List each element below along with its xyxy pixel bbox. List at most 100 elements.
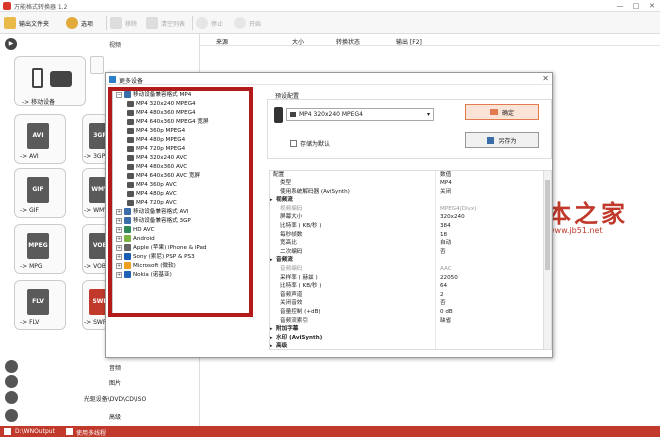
preset-device-icon [290,112,296,117]
property-value: 384 [440,223,451,229]
options-label: 选项 [81,20,94,28]
property-row[interactable]: 使用系统解码器 (AviSynth) 关闭 [270,188,542,196]
tree-leaf-mp4[interactable]: MP4 320x240 MPEG4 [127,100,196,109]
dialog-title: 更多设备 [119,78,144,85]
start-button[interactable]: 开始 [234,16,261,30]
dialog-close-button[interactable]: ✕ [542,74,549,83]
tree-node-label: Sony (索尼) PSP & PS3 [133,254,195,260]
scroll-thumb[interactable] [545,180,550,270]
section-toggle-icon[interactable]: ▸ [270,196,273,204]
tree-node-label: 移动设备兼容格式 AVI [133,209,189,215]
tree-node-label: Apple (苹果) iPhone & iPad [133,245,207,251]
property-row[interactable]: 比特率 ( KB/秒 ) 64 [270,282,542,290]
tree-node-group[interactable]: + 移动设备兼容格式 AVI [116,208,188,217]
preset-select[interactable]: MP4 320x240 MPEG4 ▾ [286,108,434,121]
category-audio[interactable]: 音频 [0,359,200,374]
tree-leaf-mp4[interactable]: MP4 720p AVC [127,199,177,208]
property-row[interactable]: 宽高比 自动 [270,239,542,247]
flv-file-icon: FLV [27,289,49,315]
tree-node-group[interactable]: + 移动设备兼容格式 3GP [116,217,191,226]
column-size[interactable]: 大小 [292,37,304,46]
property-row[interactable]: 视频编码 MPEG4(Divx) [270,205,542,213]
property-key: 屏幕大小 [280,214,303,221]
tree-leaf-mp4[interactable]: MP4 480p AVC [127,190,177,199]
category-video[interactable]: ▶ 视频 [0,37,200,51]
mp4-file-icon [127,163,134,170]
section-toggle-icon[interactable]: ▸ [270,325,273,333]
property-section[interactable]: ▸ 高级 [270,342,542,349]
property-row[interactable]: 采样率 ( 赫兹 ) 22050 [270,274,542,282]
property-value: 2 [440,291,444,298]
tree-node-mp4[interactable]: − 移动设备兼容格式 MP4 [116,91,191,100]
tree-leaf-label: MP4 320x240 AVC [136,155,188,161]
expand-icon: + [116,244,122,251]
property-value: AAC [440,266,452,272]
output-path[interactable]: D:\WNOutput [15,428,55,435]
tree-node-group[interactable]: + Apple (苹果) iPhone & iPad [116,244,207,253]
output-folder-label: 输出文件夹 [19,20,50,28]
save-default-checkbox[interactable]: 存储为默认 [290,139,330,148]
property-row[interactable]: 每秒帧数 18 [270,231,542,239]
tree-leaf-mp4[interactable]: MP4 320x240 AVC [127,154,187,163]
properties-scrollbar[interactable] [543,171,551,349]
tree-leaf-mp4[interactable]: MP4 640x360 MPEG4 宽屏 [127,118,209,127]
property-row[interactable]: 屏幕大小 320x240 [270,213,542,221]
property-row[interactable]: 音频编码 AAC [270,265,542,273]
tree-leaf-mp4[interactable]: MP4 480p MPEG4 [127,136,185,145]
tree-node-group[interactable]: + Android [116,235,155,244]
category-advanced[interactable]: 高级 [0,408,200,423]
section-toggle-icon[interactable]: ▸ [270,256,273,264]
minimize-button[interactable]: — [612,0,628,12]
property-row[interactable]: 二次编码 否 [270,248,542,256]
mp4-file-icon [127,109,134,116]
save-icon [487,136,495,144]
tree-leaf-label: MP4 360p AVC [136,182,177,188]
file-list-header: 来源 大小 转换状态 输出 [F2] [200,34,660,46]
mp4-file-icon [127,145,134,152]
device-tree: − 移动设备兼容格式 MP4 MP4 320x240 MPEG4 MP4 480x3… [112,89,252,314]
remove-button[interactable]: 移除 [110,16,137,30]
save-as-button[interactable]: 另存为 [465,132,539,148]
stop-button[interactable]: 停止 [196,16,223,30]
maximize-button[interactable]: □ [628,0,644,12]
property-section[interactable]: ▸ 视频流 [270,196,542,204]
tree-leaf-mp4[interactable]: MP4 640x360 AVC 宽屏 [127,172,200,181]
options-button[interactable]: 选项 [66,16,93,30]
stop-label: 停止 [211,20,224,28]
checkbox-box[interactable] [290,140,297,147]
clear-list-button[interactable]: 清空列表 [146,16,185,30]
tree-node-group[interactable]: + Nokia (诺基亚) [116,271,172,280]
property-row[interactable]: 比特率 ( KB/秒 ) 384 [270,222,542,230]
property-row[interactable]: 音频声道 2 [270,291,542,299]
property-row[interactable]: 关闭音效 否 [270,299,542,307]
property-value: 关闭 [440,188,452,195]
property-section[interactable]: ▸ 音频流 [270,256,542,264]
property-section[interactable]: ▸ 水印 (AviSynth) [270,334,542,342]
output-folder-button[interactable]: 输出文件夹 [4,16,49,30]
multithread-checkbox[interactable] [66,428,73,435]
section-toggle-icon[interactable]: ▸ [270,334,273,342]
tree-node-group[interactable]: + Sony (索尼) PSP & PS3 [116,253,195,262]
tree-leaf-mp4[interactable]: MP4 360p MPEG4 [127,127,185,136]
tree-node-group[interactable]: + Microsoft (微软) [116,262,176,271]
category-rom[interactable]: 光驱设备\DVD\CD\ISO [0,390,200,405]
tree-leaf-mp4[interactable]: MP4 720p MPEG4 [127,145,185,154]
ok-button[interactable]: 确定 [465,104,539,120]
column-source[interactable]: 来源 [216,37,228,46]
property-row[interactable]: 音频流索引 缺省 [270,317,542,325]
close-button[interactable]: ✕ [644,0,660,12]
tree-node-group[interactable]: + HD AVC [116,226,155,235]
column-status[interactable]: 转换状态 [336,37,360,46]
property-row[interactable]: 音量控制 (+dB) 0 dB [270,308,542,316]
section-toggle-icon[interactable]: ▸ [270,342,273,349]
column-output[interactable]: 输出 [F2] [396,37,422,46]
property-section[interactable]: ▸ 附加字幕 [270,325,542,333]
tree-leaf-mp4[interactable]: MP4 480x360 AVC [127,163,187,172]
app-logo-icon [3,2,11,10]
tree-leaf-label: MP4 720p AVC [136,200,177,206]
property-row[interactable]: 类型 MP4 [270,179,542,187]
window-title: 万能格式转换器 1.2 [14,4,68,11]
tree-leaf-mp4[interactable]: MP4 480x360 MPEG4 [127,109,196,118]
tree-leaf-mp4[interactable]: MP4 360p AVC [127,181,177,190]
category-image[interactable]: 图片 [0,374,200,389]
